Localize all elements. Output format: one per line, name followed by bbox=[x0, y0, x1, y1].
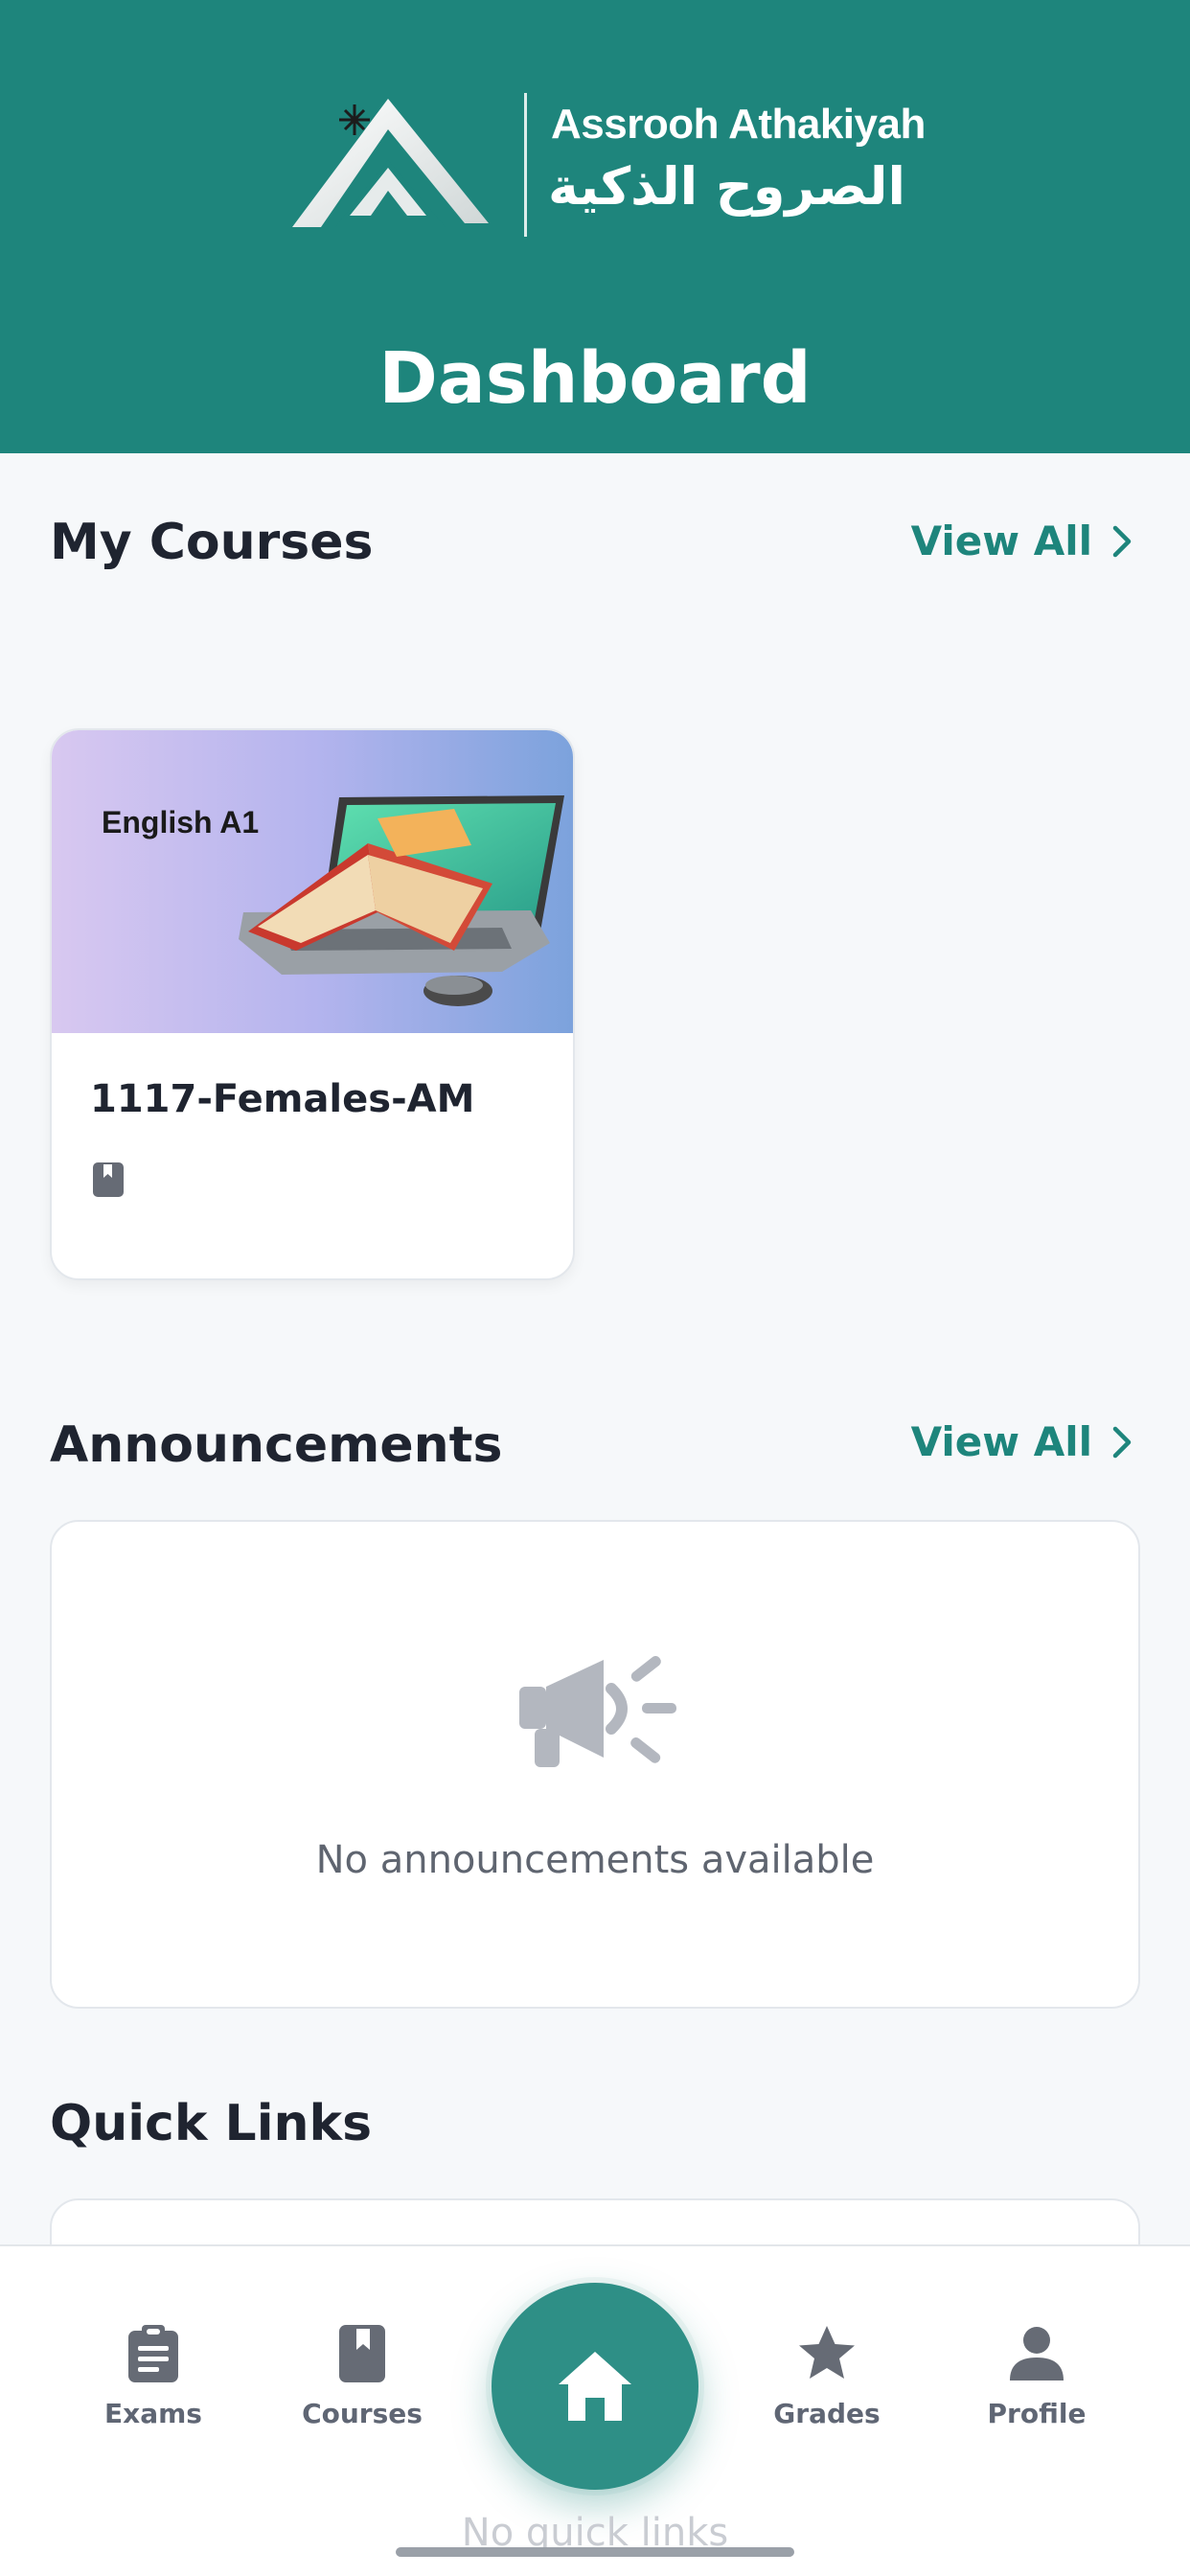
app-header: Assrooh Athakiyah الصروح الذكية Dashboar… bbox=[0, 0, 1190, 453]
course-name: 1117-Females-AM bbox=[90, 1077, 475, 1121]
person-icon bbox=[1010, 2327, 1064, 2380]
brand-name-english: Assrooh Athakiyah bbox=[551, 101, 926, 148]
star-icon bbox=[799, 2326, 855, 2379]
tab-profile[interactable]: Profile bbox=[955, 2323, 1118, 2429]
announcements-heading: Announcements bbox=[50, 1416, 503, 1474]
course-card[interactable]: English A1 1117-Females-AM bbox=[50, 728, 575, 1280]
home-icon bbox=[559, 2352, 631, 2421]
view-all-label: View All bbox=[910, 518, 1092, 564]
megaphone-icon bbox=[519, 1655, 676, 1767]
tab-home[interactable] bbox=[492, 2283, 698, 2490]
chevron-right-icon bbox=[1112, 525, 1132, 557]
logo-divider bbox=[524, 93, 527, 237]
page-title: Dashboard bbox=[378, 337, 812, 420]
book-icon bbox=[93, 1162, 124, 1197]
book-icon bbox=[339, 2325, 385, 2382]
tab-label: Grades bbox=[773, 2398, 881, 2429]
tab-courses[interactable]: Courses bbox=[281, 2323, 444, 2429]
course-thumbnail-label: English A1 bbox=[102, 805, 260, 840]
quick-links-heading: Quick Links bbox=[50, 2095, 373, 2152]
tab-label: Courses bbox=[302, 2398, 423, 2429]
brand-name-arabic: الصروح الذكية bbox=[547, 156, 905, 217]
chevron-right-icon bbox=[1112, 1426, 1132, 1458]
brand-logo: Assrooh Athakiyah الصروح الذكية bbox=[283, 91, 926, 244]
course-thumbnail bbox=[52, 730, 573, 1033]
no-announcements-text: No announcements available bbox=[315, 1838, 875, 1882]
view-all-label: View All bbox=[910, 1418, 1092, 1465]
tab-grades[interactable]: Grades bbox=[745, 2323, 908, 2429]
my-courses-heading: My Courses bbox=[50, 514, 374, 571]
tab-label: Profile bbox=[987, 2398, 1087, 2429]
tab-label: Exams bbox=[104, 2398, 202, 2429]
announcements-card: No announcements available bbox=[50, 1520, 1140, 2009]
logo-mark-icon bbox=[292, 99, 489, 227]
courses-view-all-link[interactable]: View All bbox=[911, 518, 1134, 564]
tab-exams[interactable]: Exams bbox=[72, 2323, 235, 2429]
announcements-view-all-link[interactable]: View All bbox=[911, 1418, 1134, 1465]
clipboard-icon bbox=[128, 2325, 178, 2382]
home-indicator bbox=[396, 2547, 794, 2557]
